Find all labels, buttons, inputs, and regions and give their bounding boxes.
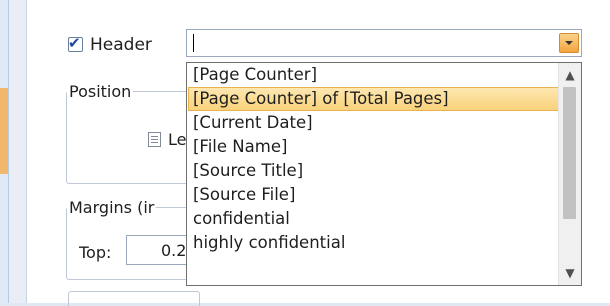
left-option-label[interactable]: Le <box>168 130 186 149</box>
header-checkbox[interactable]: ✔ <box>68 34 83 52</box>
dropdown-item-source-file[interactable]: [Source File] <box>188 183 560 207</box>
chevron-down-icon <box>565 41 573 45</box>
dropdown-item-page-counter[interactable]: [Page Counter] <box>188 63 560 87</box>
dropdown-item-current-date[interactable]: [Current Date] <box>188 111 560 135</box>
header-label: Header <box>90 35 152 55</box>
dropdown-items: [Page Counter] [Page Counter] of [Total … <box>188 63 560 255</box>
dropdown-item-page-counter-of-total[interactable]: [Page Counter] of [Total Pages] <box>188 87 560 111</box>
position-legend: Position <box>69 82 132 101</box>
left-align-icon[interactable] <box>148 132 161 147</box>
dropdown-scrollbar[interactable]: ▲ ▼ <box>558 63 581 285</box>
dropdown-button[interactable] <box>559 33 579 53</box>
checkmark-icon: ✔ <box>68 34 81 52</box>
dropdown-item-file-name[interactable]: [File Name] <box>188 135 560 159</box>
dropdown-item-confidential[interactable]: confidential <box>188 207 560 231</box>
left-accent-bar <box>0 88 8 174</box>
header-combobox[interactable] <box>186 29 582 57</box>
header-dropdown-list[interactable]: [Page Counter] [Page Counter] of [Total … <box>186 62 582 286</box>
scroll-thumb[interactable] <box>563 87 576 219</box>
dropdown-item-source-title[interactable]: [Source Title] <box>188 159 560 183</box>
scroll-down-icon[interactable]: ▼ <box>559 263 581 283</box>
top-margin-label: Top: <box>79 243 112 262</box>
lower-group-box <box>68 291 200 306</box>
text-caret <box>193 34 194 52</box>
dropdown-item-highly-confidential[interactable]: highly confidential <box>188 231 560 255</box>
scroll-up-icon[interactable]: ▲ <box>559 65 581 85</box>
margins-legend: Margins (ir <box>69 198 155 217</box>
